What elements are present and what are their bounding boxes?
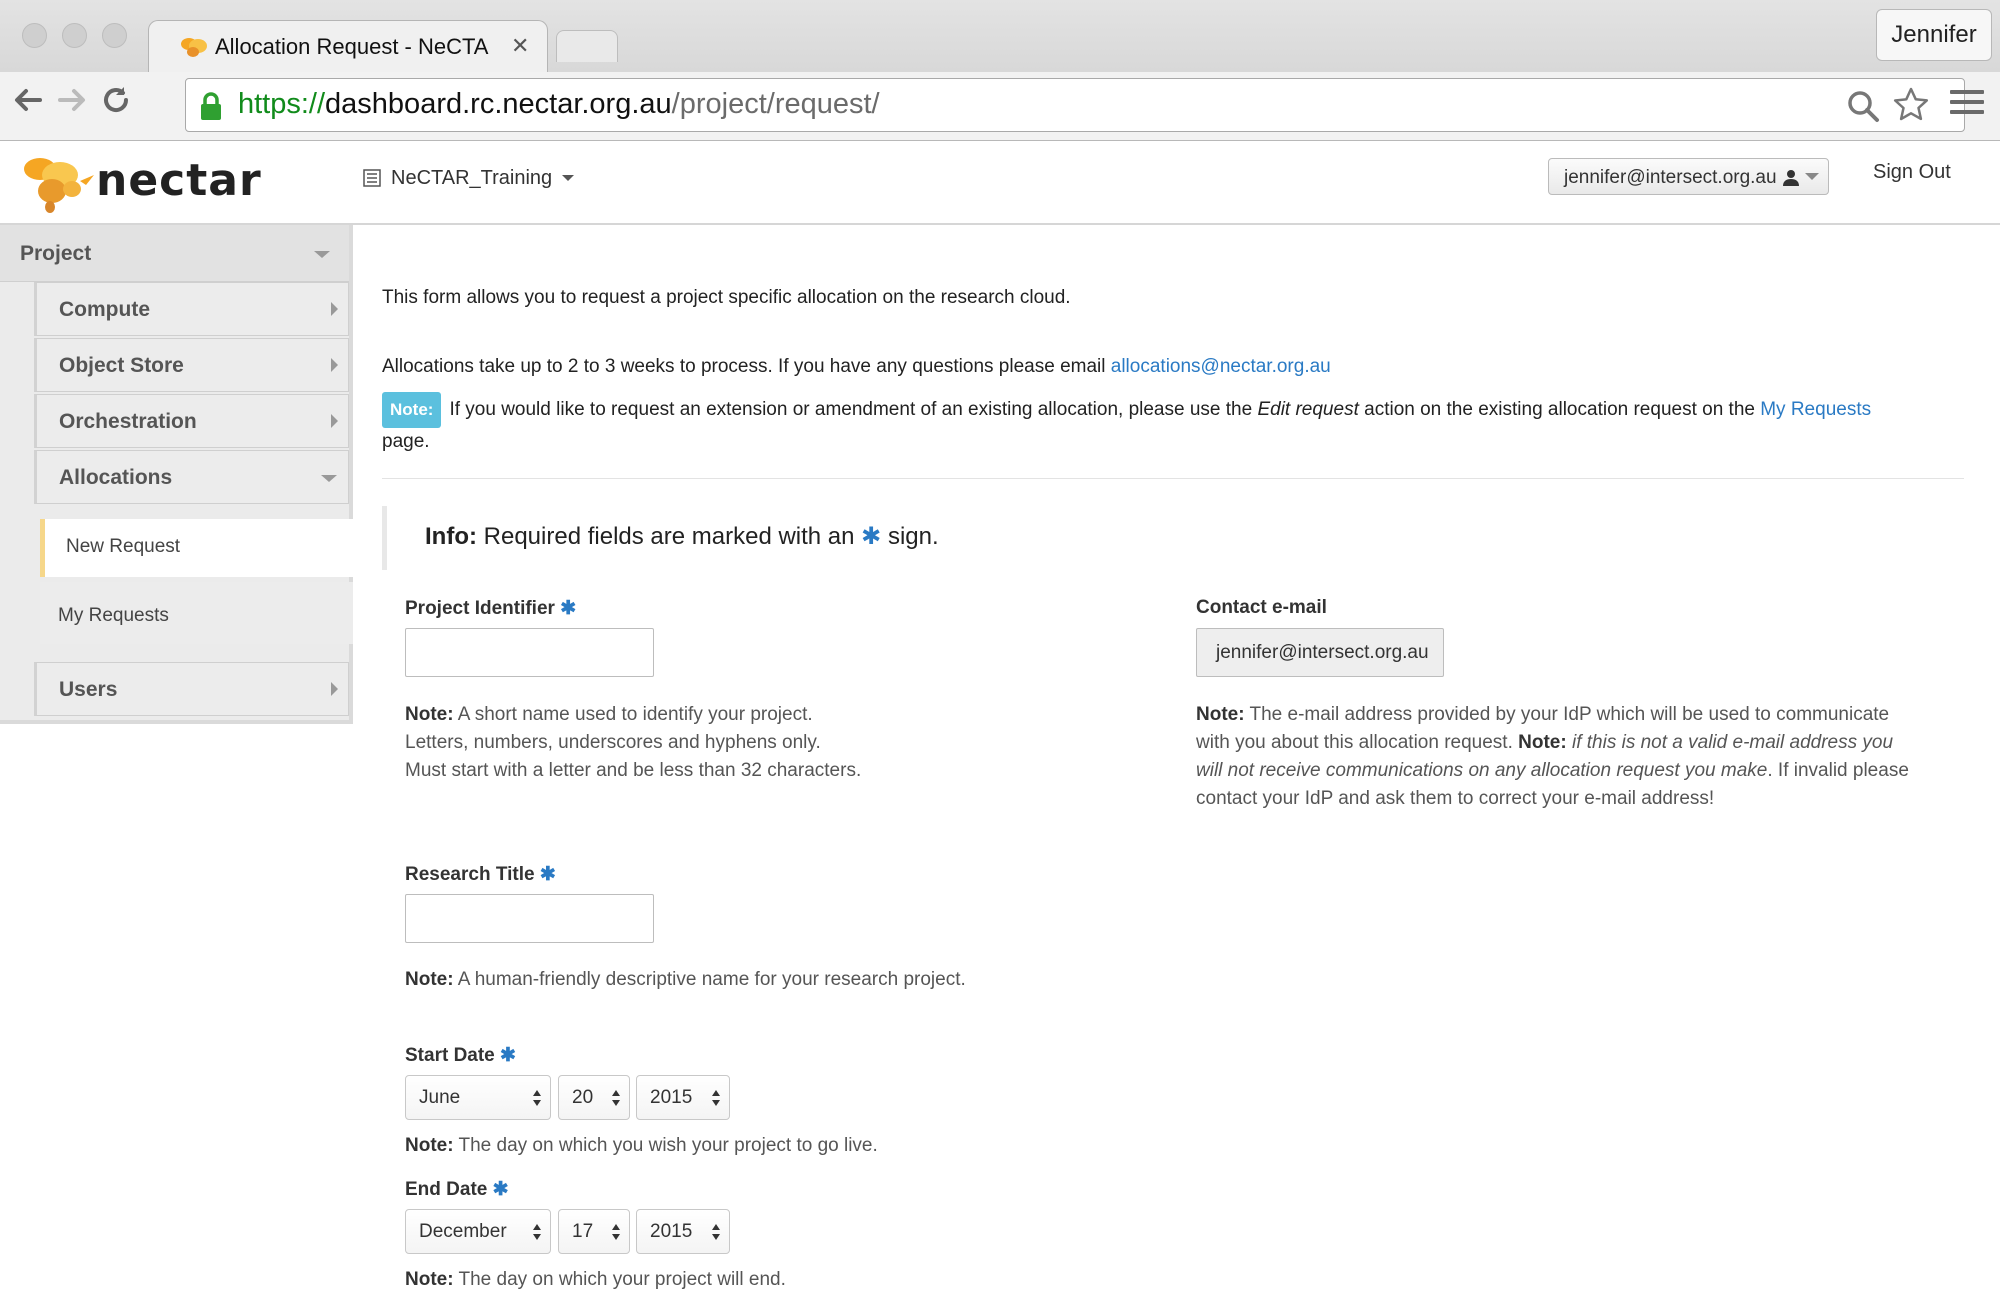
sidebar-item-label: Orchestration bbox=[59, 410, 197, 433]
project-identifier-label: Project Identifier ✱ bbox=[405, 598, 577, 619]
sidebar: Project Compute Object Store Orchestrati… bbox=[0, 225, 353, 724]
sidebar-subitem-label: New Request bbox=[66, 536, 181, 557]
intro-text: This form allows you to request a projec… bbox=[382, 287, 1071, 308]
chevron-right-icon bbox=[331, 414, 338, 428]
tab-title: Allocation Request - NeCTA bbox=[215, 34, 489, 59]
chevron-down-icon bbox=[562, 175, 575, 181]
start-year-select[interactable]: 2015 bbox=[636, 1075, 730, 1120]
nectar-favicon-icon bbox=[181, 38, 207, 57]
user-icon bbox=[1782, 170, 1799, 186]
end-day-select[interactable]: 17 bbox=[558, 1209, 630, 1254]
start-date-label: Start Date ✱ bbox=[405, 1045, 516, 1066]
tab-strip: Allocation Request - NeCTA ✕ Jennifer bbox=[0, 0, 2000, 74]
amendment-note: Note: If you would like to request an ext… bbox=[382, 392, 1871, 456]
lock-icon bbox=[201, 92, 221, 120]
start-month-select[interactable]: June bbox=[405, 1075, 551, 1120]
sidebar-item-object-store[interactable]: Object Store bbox=[34, 338, 349, 392]
allocations-email-link[interactable]: allocations@nectar.org.au bbox=[1111, 356, 1331, 377]
url-text: https://dashboard.rc.nectar.org.au/proje… bbox=[238, 88, 880, 120]
start-date-note: Note: The day on which you wish your pro… bbox=[405, 1135, 878, 1156]
required-asterisk-icon: ✱ bbox=[861, 523, 882, 550]
bookmark-star-icon[interactable] bbox=[1891, 85, 1931, 125]
end-date-note: Note: The day on which your project will… bbox=[405, 1269, 786, 1290]
back-icon[interactable] bbox=[6, 82, 50, 126]
info-callout: Info: Required fields are marked with an… bbox=[382, 506, 1964, 570]
select-arrows-icon bbox=[712, 1224, 720, 1240]
divider bbox=[382, 478, 1964, 479]
nectar-logo-icon bbox=[24, 158, 94, 213]
sidebar-item-label: Users bbox=[59, 678, 118, 701]
browser-tab-active[interactable]: Allocation Request - NeCTA ✕ bbox=[148, 20, 548, 74]
research-title-input[interactable] bbox=[405, 894, 654, 943]
sidebar-item-allocations[interactable]: Allocations bbox=[34, 450, 349, 504]
select-arrows-icon bbox=[533, 1224, 541, 1240]
forward-icon[interactable] bbox=[50, 82, 94, 126]
end-year-select[interactable]: 2015 bbox=[636, 1209, 730, 1254]
required-asterisk-icon: ✱ bbox=[492, 1179, 509, 1200]
sidebar-item-compute[interactable]: Compute bbox=[34, 282, 349, 336]
sidebar-section-label: Project bbox=[20, 242, 92, 265]
end-month-select[interactable]: December bbox=[405, 1209, 551, 1254]
sidebar-item-label: Compute bbox=[59, 298, 150, 321]
sidebar-item-my-requests[interactable]: My Requests bbox=[40, 582, 353, 644]
sidebar-item-new-request[interactable]: New Request bbox=[40, 519, 353, 577]
sidebar-section-project[interactable]: Project bbox=[0, 225, 349, 282]
sign-out-link[interactable]: Sign Out bbox=[1873, 161, 1951, 184]
info-text: Info: Required fields are marked with an… bbox=[425, 523, 939, 550]
logo-text: nectar bbox=[96, 155, 262, 206]
required-asterisk-icon: ✱ bbox=[560, 598, 577, 619]
close-window-button[interactable] bbox=[22, 23, 47, 48]
start-day-select[interactable]: 20 bbox=[558, 1075, 630, 1120]
browser-toolbar: https://dashboard.rc.nectar.org.au/proje… bbox=[0, 72, 2000, 140]
research-title-label: Research Title ✱ bbox=[405, 864, 556, 885]
profile-button[interactable]: Jennifer bbox=[1876, 9, 1992, 61]
user-email: jennifer@intersect.org.au bbox=[1564, 167, 1777, 188]
select-arrows-icon bbox=[612, 1224, 620, 1240]
required-asterisk-icon: ✱ bbox=[539, 864, 556, 885]
chevron-down-icon bbox=[1804, 173, 1819, 180]
select-arrows-icon bbox=[533, 1090, 541, 1106]
user-menu[interactable]: jennifer@intersect.org.au bbox=[1548, 158, 1829, 195]
address-bar[interactable]: https://dashboard.rc.nectar.org.au/proje… bbox=[185, 78, 1965, 132]
chevron-right-icon bbox=[331, 302, 338, 316]
app-header: nectar NeCTAR_Training jennifer@intersec… bbox=[0, 141, 2000, 225]
contact-email-field[interactable]: jennifer@intersect.org.au bbox=[1196, 628, 1444, 677]
close-tab-icon[interactable]: ✕ bbox=[511, 33, 529, 59]
project-identifier-note: Note: A short name used to identify your… bbox=[405, 704, 862, 781]
chevron-right-icon bbox=[331, 358, 338, 372]
sidebar-subitem-label: My Requests bbox=[58, 605, 169, 626]
sidebar-item-label: Allocations bbox=[59, 466, 173, 489]
chevron-down-icon bbox=[314, 251, 330, 258]
end-date-label: End Date ✱ bbox=[405, 1179, 509, 1200]
contact-email-label: Contact e-mail bbox=[1196, 597, 1327, 618]
contact-email-note: Note: The e-mail address provided by you… bbox=[1196, 704, 1909, 809]
note-badge: Note: bbox=[382, 392, 442, 428]
project-name: NeCTAR_Training bbox=[391, 167, 553, 189]
chevron-down-icon bbox=[321, 475, 337, 482]
browser-menu-icon[interactable] bbox=[1950, 90, 1984, 120]
new-tab-button[interactable] bbox=[556, 30, 618, 62]
project-list-icon bbox=[363, 169, 381, 187]
select-arrows-icon bbox=[612, 1090, 620, 1106]
sidebar-item-label: Object Store bbox=[59, 354, 184, 377]
search-icon[interactable] bbox=[1846, 89, 1880, 123]
sidebar-item-users[interactable]: Users bbox=[34, 662, 349, 716]
select-arrows-icon bbox=[712, 1090, 720, 1106]
required-asterisk-icon: ✱ bbox=[500, 1045, 516, 1066]
project-identifier-input[interactable] bbox=[405, 628, 654, 677]
reload-icon[interactable] bbox=[94, 82, 138, 126]
process-text: Allocations take up to 2 to 3 weeks to p… bbox=[382, 356, 1331, 377]
research-title-note: Note: A human-friendly descriptive name … bbox=[405, 969, 966, 990]
my-requests-link[interactable]: My Requests bbox=[1760, 399, 1871, 420]
nectar-logo[interactable]: nectar bbox=[20, 155, 270, 215]
zoom-window-button[interactable] bbox=[102, 23, 127, 48]
project-switcher[interactable]: NeCTAR_Training bbox=[363, 167, 575, 190]
sidebar-item-orchestration[interactable]: Orchestration bbox=[34, 394, 349, 448]
chevron-right-icon bbox=[331, 682, 338, 696]
minimize-window-button[interactable] bbox=[62, 23, 87, 48]
browser-chrome: Allocation Request - NeCTA ✕ Jennifer ht… bbox=[0, 0, 2000, 141]
